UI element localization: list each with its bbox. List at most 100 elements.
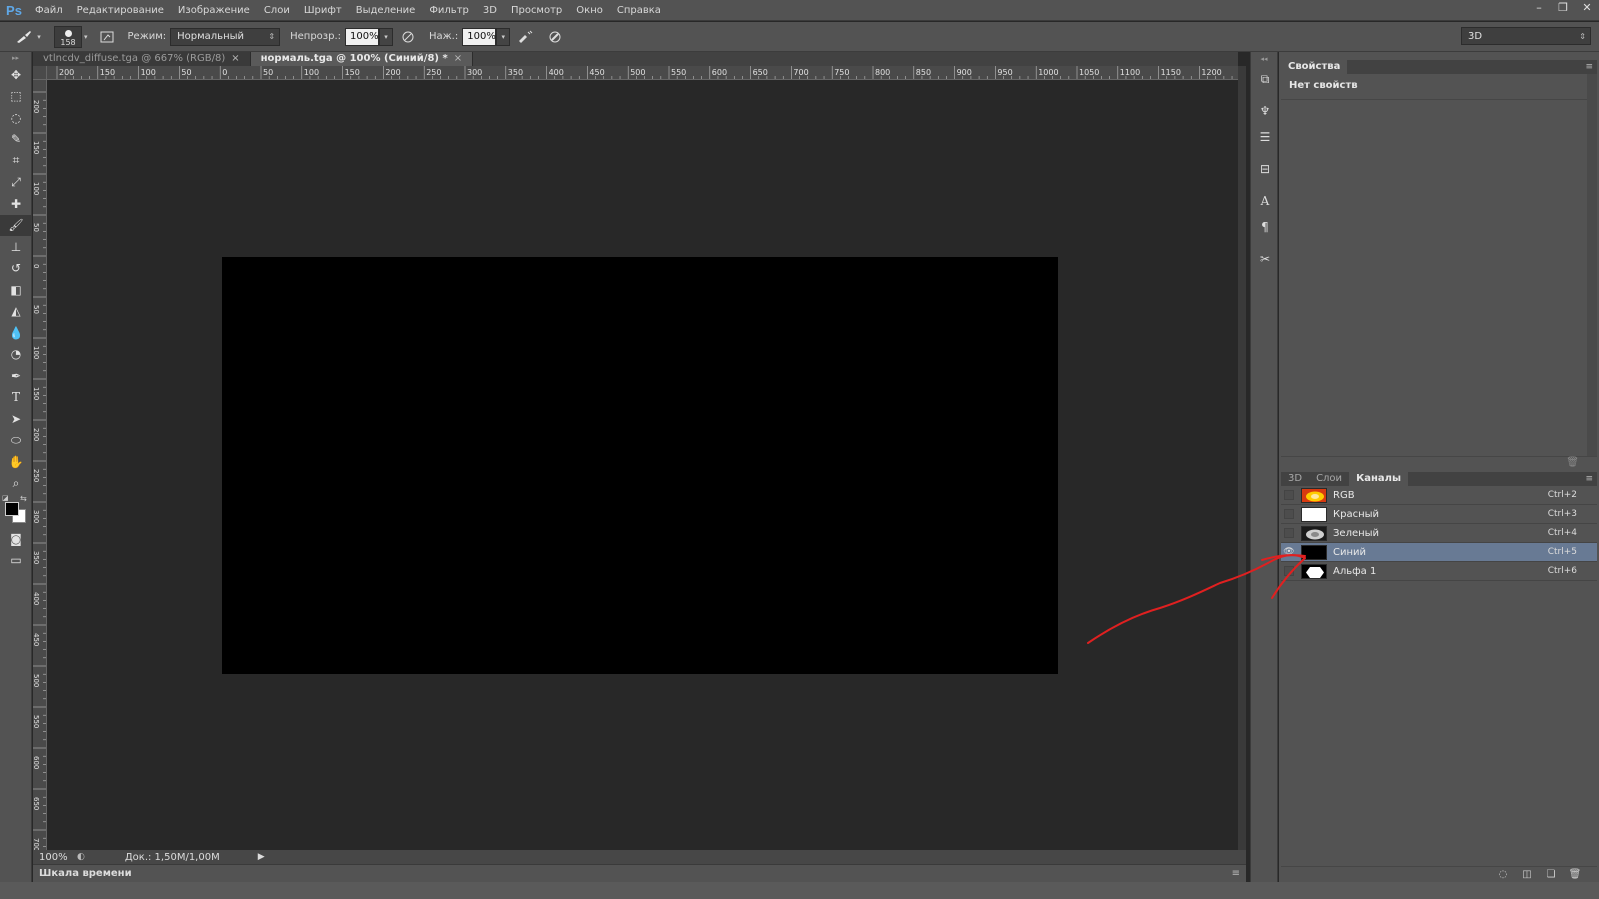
tab-diffuse-document[interactable]: vtlncdv_diffuse.tga @ 667% (RGB/8) × xyxy=(33,52,251,66)
ruler-tick-label: 100 xyxy=(33,346,40,359)
canvas-workspace[interactable] xyxy=(47,80,1238,850)
workspace-select[interactable]: 3D ⇕ xyxy=(1461,27,1591,45)
foreground-color-swatch[interactable] xyxy=(5,502,19,516)
delete-channel-icon[interactable]: 🗑 xyxy=(1563,869,1587,880)
tool-presets-panel-icon[interactable]: ⊟ xyxy=(1251,156,1279,182)
zoom-tool-icon[interactable]: ⌕ xyxy=(0,473,32,495)
crop-tool-icon[interactable]: ⌗ xyxy=(0,150,32,172)
tools-presets-icon[interactable]: ✂ xyxy=(1251,246,1279,272)
visibility-toggle[interactable] xyxy=(1281,486,1297,505)
adjustments-panel-icon[interactable]: ☰ xyxy=(1251,124,1279,150)
opacity-input[interactable]: 100% xyxy=(345,27,380,46)
tool-preset-picker[interactable]: ▾ xyxy=(8,26,48,48)
pressure-opacity-button[interactable] xyxy=(397,26,419,48)
visibility-toggle[interactable] xyxy=(1281,524,1297,543)
close-button[interactable]: ✕ xyxy=(1575,0,1599,14)
restore-button[interactable]: ❐ xyxy=(1551,0,1575,14)
clone-stamp-tool-icon[interactable]: ⊥ xyxy=(0,236,32,258)
eyedropper-tool-icon[interactable]: ⤢ xyxy=(0,172,32,194)
path-selection-tool-icon[interactable]: ➤ xyxy=(0,408,32,430)
paragraph-panel-icon[interactable]: ¶ xyxy=(1251,214,1279,240)
menu-item[interactable]: Выделение xyxy=(349,0,423,21)
history-panel-icon[interactable]: ⧉ xyxy=(1251,66,1279,92)
healing-brush-tool-icon[interactable]: ✚ xyxy=(0,193,32,215)
brush-panel-toggle[interactable] xyxy=(96,26,118,48)
trash-icon[interactable]: 🗑 xyxy=(1566,457,1579,468)
channel-row[interactable]: 👁 Синий Ctrl+5 xyxy=(1281,543,1597,562)
history-brush-tool-icon[interactable]: ↺ xyxy=(0,258,32,280)
screen-mode-icon[interactable]: ▭ xyxy=(0,550,32,572)
channel-row[interactable]: Красный Ctrl+3 xyxy=(1281,505,1597,524)
flow-input[interactable]: 100% xyxy=(462,27,497,46)
panel-menu-icon[interactable]: ≡ xyxy=(1232,865,1240,882)
menu-item[interactable]: Изображение xyxy=(171,0,257,21)
menu-item[interactable]: Редактирование xyxy=(70,0,171,21)
panel-menu-icon[interactable]: ≡ xyxy=(1585,60,1593,74)
menu-item[interactable]: Слои xyxy=(257,0,297,21)
zoom-level[interactable]: 100% xyxy=(33,852,77,863)
lasso-tool-icon[interactable]: ◌ xyxy=(0,107,32,129)
dodge-tool-icon[interactable]: ◔ xyxy=(0,344,32,366)
hand-tool-icon[interactable]: ✋ xyxy=(0,451,32,473)
chevron-down-icon[interactable]: ▾ xyxy=(84,33,88,41)
channel-row[interactable]: Зеленый Ctrl+4 xyxy=(1281,524,1597,543)
visibility-toggle[interactable] xyxy=(1281,505,1297,524)
channel-row[interactable]: Альфа 1 Ctrl+6 xyxy=(1281,562,1597,581)
ruler-tick-label: 200 xyxy=(33,100,40,113)
visibility-toggle[interactable]: 👁 xyxy=(1281,543,1297,562)
brush-size-picker[interactable]: 158 xyxy=(54,25,82,48)
default-colors-icon[interactable]: ◪ xyxy=(2,494,9,502)
visibility-toggle[interactable] xyxy=(1281,562,1297,581)
channel-row[interactable]: RGB Ctrl+2 xyxy=(1281,486,1597,505)
panel-grip-icon[interactable]: ▸▸ xyxy=(0,52,31,64)
type-tool-icon[interactable]: T xyxy=(0,387,32,409)
pressure-size-button[interactable] xyxy=(544,26,566,48)
opacity-dropdown[interactable]: ▾ xyxy=(379,27,394,46)
close-tab-icon[interactable]: × xyxy=(454,53,462,64)
collapse-panels-icon[interactable]: ◂◂ xyxy=(1251,52,1277,66)
blend-mode-select[interactable]: Нормальный ⇕ xyxy=(170,27,281,46)
pen-tool-icon[interactable]: ✒ xyxy=(0,365,32,387)
blur-tool-icon[interactable]: 💧 xyxy=(0,322,32,344)
ellipse-tool-icon[interactable]: ⬭ xyxy=(0,430,32,452)
timeline-title[interactable]: Шкала времени xyxy=(39,868,132,879)
tab-properties[interactable]: Свойства xyxy=(1281,60,1348,74)
tab-normal-document[interactable]: нормаль.tga @ 100% (Синий/8) * × xyxy=(250,52,474,66)
new-channel-icon[interactable]: ❏ xyxy=(1539,869,1563,880)
tab-layers[interactable]: Слои xyxy=(1309,472,1349,486)
menu-item[interactable]: Шрифт xyxy=(297,0,349,21)
minimize-button[interactable]: – xyxy=(1527,0,1551,14)
load-channel-selection-icon[interactable]: ◌ xyxy=(1491,869,1515,880)
quick-mask-icon[interactable]: ◙ xyxy=(0,528,32,550)
properties-scrollbar[interactable] xyxy=(1587,74,1597,456)
character-panel-icon[interactable]: A xyxy=(1251,188,1279,214)
ruler-origin[interactable] xyxy=(33,66,47,80)
save-selection-channel-icon[interactable]: ◫ xyxy=(1515,869,1539,880)
status-menu-arrow-icon[interactable]: ▶ xyxy=(258,852,265,862)
menu-item[interactable]: Фильтр xyxy=(422,0,476,21)
menu-item[interactable]: Просмотр xyxy=(504,0,569,21)
horizontal-ruler[interactable]: 200 150 100 50 0 50 100 150 200 250 300 350 400 450 50… xyxy=(47,66,1238,80)
vertical-scrollbar[interactable] xyxy=(1238,66,1246,850)
menu-item[interactable]: Справка xyxy=(610,0,668,21)
flow-dropdown[interactable]: ▾ xyxy=(496,27,511,46)
panel-menu-icon[interactable]: ≡ xyxy=(1585,472,1593,486)
swap-colors-icon[interactable]: ⇆ xyxy=(20,494,27,503)
menu-item[interactable]: Файл xyxy=(28,0,70,21)
ruler-tick-label: 900 xyxy=(957,68,972,77)
menu-item[interactable]: 3D xyxy=(476,0,504,21)
eraser-tool-icon[interactable]: ◧ xyxy=(0,279,32,301)
paint-bucket-tool-icon[interactable]: ◭ xyxy=(0,301,32,323)
quick-select-tool-icon[interactable]: ✎ xyxy=(0,129,32,151)
airbrush-button[interactable] xyxy=(514,26,536,48)
document-canvas[interactable] xyxy=(222,257,1058,674)
tab-channels[interactable]: Каналы xyxy=(1349,472,1409,486)
brush-tool-icon[interactable]: 🖌 xyxy=(0,214,32,236)
close-tab-icon[interactable]: × xyxy=(231,53,239,64)
vertical-ruler[interactable]: 200 150 100 50 0 50 100 150 200 250 300 350 400 450 50… xyxy=(33,80,47,850)
move-tool-icon[interactable]: ✥ xyxy=(0,64,32,86)
marquee-tool-icon[interactable]: ⬚ xyxy=(0,86,32,108)
actions-panel-icon[interactable]: ♆ xyxy=(1251,98,1279,124)
tab-3d[interactable]: 3D xyxy=(1281,472,1309,486)
menu-item[interactable]: Окно xyxy=(569,0,610,21)
